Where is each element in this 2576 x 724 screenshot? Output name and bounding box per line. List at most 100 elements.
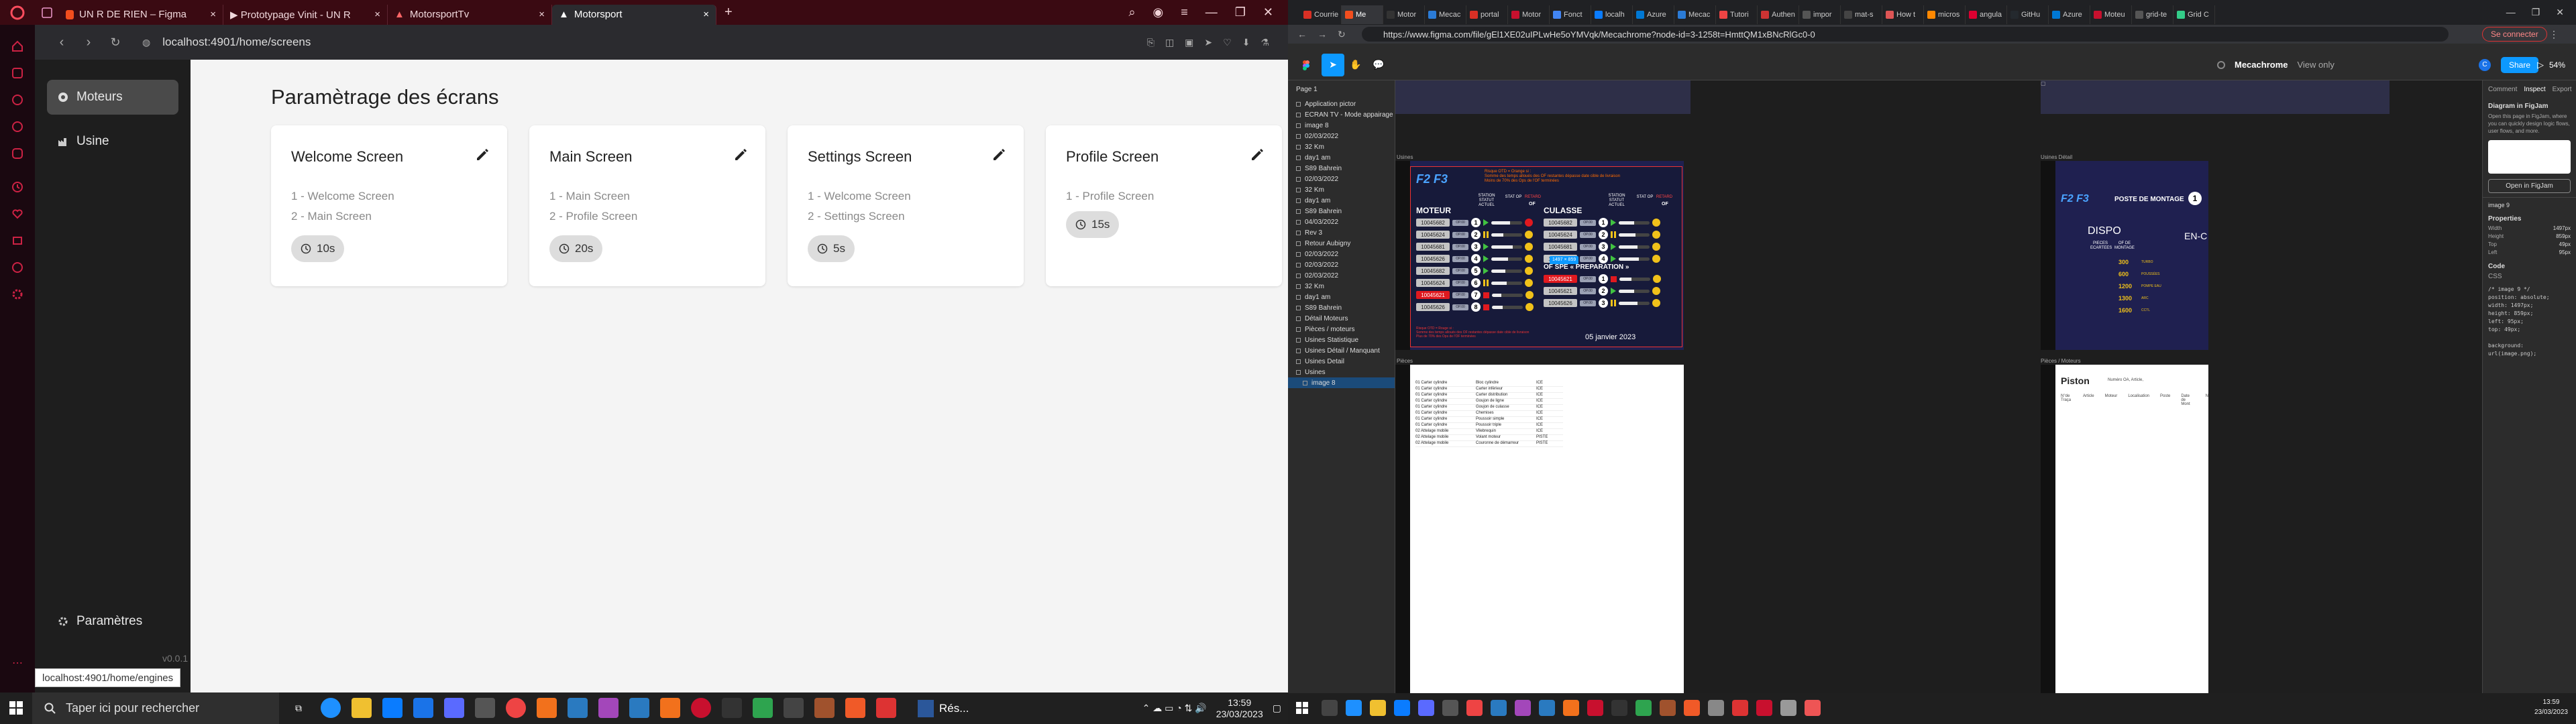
- minimize-icon[interactable]: —: [2506, 7, 2516, 18]
- tab-inspect[interactable]: Inspect: [2524, 86, 2545, 93]
- url-field[interactable]: https://www.figma.com/file/gEl1XE02uIPLw…: [1362, 27, 2449, 42]
- mail-icon[interactable]: [382, 698, 402, 718]
- hand-tool-icon[interactable]: ✋: [1344, 54, 1367, 76]
- layer-item[interactable]: Pièces / moteurs: [1288, 324, 1395, 335]
- chrome-tab[interactable]: Authen: [1758, 5, 1799, 24]
- chrome-tab[interactable]: Me: [1342, 5, 1383, 24]
- chrome-tab[interactable]: Motor: [1383, 5, 1425, 24]
- maximize-icon[interactable]: ❐: [1235, 5, 1246, 19]
- layer-item[interactable]: Usines Détail / Manquant: [1288, 345, 1395, 356]
- edit-pencil-icon[interactable]: [733, 147, 748, 162]
- usines-detail-frame[interactable]: F2 F3 POSTE DE MONTAGE 1 DISPO EN-C PIEC…: [2041, 161, 2208, 350]
- download-icon[interactable]: ⬇: [1242, 37, 1250, 48]
- taskbar-app-icon[interactable]: [1394, 700, 1410, 716]
- task-view-icon[interactable]: ⧉: [288, 698, 309, 718]
- taskbar-app-icon[interactable]: [1756, 700, 1772, 716]
- present-icon[interactable]: ▷: [2537, 60, 2544, 70]
- site-info-icon[interactable]: ◍: [142, 37, 150, 48]
- css-dropdown[interactable]: CSS: [2483, 273, 2576, 280]
- clock[interactable]: 13:59 23/03/2023: [1216, 697, 1263, 720]
- layer-item[interactable]: image 8: [1288, 120, 1395, 131]
- file-explorer-icon[interactable]: [352, 698, 372, 718]
- edit-pencil-icon[interactable]: [475, 147, 490, 162]
- chrome-tab[interactable]: Fonct: [1550, 5, 1591, 24]
- taskbar-app-icon[interactable]: [1322, 700, 1338, 716]
- canvas-frame[interactable]: [1395, 80, 1690, 114]
- tab-export[interactable]: Export: [2553, 86, 2572, 93]
- url-field[interactable]: localhost:4901/home/screens: [162, 36, 311, 49]
- taskbar-app-icon[interactable]: [1708, 700, 1724, 716]
- screen-card[interactable]: Profile Screen 1 - Profile Screen 15s: [1046, 125, 1282, 286]
- extensions-icon[interactable]: ⚗: [1260, 37, 1269, 48]
- layer-item[interactable]: image 8: [1288, 377, 1395, 388]
- taskbar-app-icon[interactable]: [1660, 700, 1676, 716]
- taskbar-app-icon[interactable]: [1539, 700, 1555, 716]
- chrome-tab[interactable]: GitHu: [2007, 5, 2049, 24]
- layer-item[interactable]: Usines Statistique: [1288, 335, 1395, 345]
- snapshot-icon[interactable]: ◉: [1153, 5, 1164, 19]
- chrome-tab[interactable]: Grid C: [2174, 5, 2215, 24]
- close-icon[interactable]: ×: [539, 9, 545, 20]
- layer-item[interactable]: Rev 3: [1288, 227, 1395, 238]
- messenger-icon[interactable]: [9, 92, 25, 108]
- layer-item[interactable]: ECRAN TV - Mode appairage: [1288, 109, 1395, 120]
- chrome-tab[interactable]: portal: [1466, 5, 1508, 24]
- taskbar-app-icon[interactable]: [1466, 700, 1483, 716]
- chrome-tab[interactable]: localh: [1591, 5, 1633, 24]
- layer-item[interactable]: S89 Bahrein: [1288, 206, 1395, 217]
- whatsapp-icon[interactable]: [9, 119, 25, 135]
- chrome-tab[interactable]: Moteu: [2090, 5, 2132, 24]
- app-icon[interactable]: [845, 698, 865, 718]
- move-tool-icon[interactable]: ➤: [1322, 53, 1344, 76]
- reload-icon[interactable]: ↻: [1338, 29, 1346, 40]
- file-name[interactable]: Mecachrome: [2235, 60, 2288, 70]
- clock-icon[interactable]: [9, 259, 25, 276]
- layer-item[interactable]: S89 Bahrein: [1288, 302, 1395, 313]
- share-button[interactable]: Share: [2501, 56, 2539, 73]
- taskbar-app-icon[interactable]: [1805, 700, 1821, 716]
- send-icon[interactable]: ➤: [1204, 37, 1212, 48]
- close-window-icon[interactable]: ✕: [1263, 5, 1273, 19]
- layer-item[interactable]: 32 Km: [1288, 141, 1395, 152]
- zoom-level[interactable]: 54%: [2549, 60, 2565, 70]
- reload-icon[interactable]: ↻: [102, 36, 129, 50]
- pieces-moteurs-frame[interactable]: Piston Numéro OA, Article, N°de Traça Art…: [2041, 365, 2208, 693]
- tab-prototypage[interactable]: ▶ Prototypage Vinit - UN R ×: [223, 4, 388, 25]
- app-icon[interactable]: [814, 698, 835, 718]
- layer-item[interactable]: day1 am: [1288, 152, 1395, 163]
- avatar[interactable]: C: [2479, 58, 2491, 71]
- chrome-tab[interactable]: micros: [1924, 5, 1966, 24]
- taskbar-app-icon[interactable]: [1732, 700, 1748, 716]
- layer-item[interactable]: 02/03/2022: [1288, 259, 1395, 270]
- taskbar-app-icon[interactable]: [1370, 700, 1386, 716]
- chrome-tab[interactable]: angula: [1966, 5, 2007, 24]
- layer-item[interactable]: Usines Detail: [1288, 356, 1395, 367]
- tab-comment[interactable]: Comment: [2488, 86, 2517, 93]
- layer-item[interactable]: Application pictor: [1288, 99, 1395, 109]
- layer-item[interactable]: day1 am: [1288, 292, 1395, 302]
- heart-icon[interactable]: [9, 206, 25, 222]
- postman-icon[interactable]: [660, 698, 680, 718]
- clock[interactable]: 13:59 23/03/2023: [2534, 697, 2568, 717]
- vscode-icon[interactable]: [629, 698, 649, 718]
- close-icon[interactable]: ×: [374, 9, 380, 20]
- chrome-tab[interactable]: How t: [1882, 5, 1924, 24]
- taskbar-app-icon[interactable]: [1587, 700, 1603, 716]
- share-icon[interactable]: ⎘: [1147, 37, 1155, 48]
- layer-item[interactable]: 32 Km: [1288, 281, 1395, 292]
- taskbar-app-icon[interactable]: [1346, 700, 1362, 716]
- sign-in-button[interactable]: Se connecter: [2482, 27, 2547, 42]
- layer-item[interactable]: 02/03/2022: [1288, 131, 1395, 141]
- figma-canvas[interactable]: ▢ Usines F2 F3 Risque OTD = Orange si : …: [1395, 80, 2482, 693]
- taskbar-app-icon[interactable]: [1418, 700, 1434, 716]
- tray-icons[interactable]: ⌃ ☁ ▭ ◔ ⇅ 🔊: [1142, 703, 1207, 714]
- back-icon[interactable]: ‹: [48, 35, 75, 50]
- sidebar-item-parametres[interactable]: Paramètres: [47, 604, 178, 639]
- taskbar-document[interactable]: Rés...: [918, 692, 969, 724]
- more-icon[interactable]: ⋯: [9, 655, 25, 671]
- edit-pencil-icon[interactable]: [1250, 147, 1265, 162]
- pieces-frame[interactable]: 01 Carter cylindre Bloc cylindre ICE 01 Car…: [1395, 365, 1684, 693]
- chrome-tab[interactable]: impor: [1799, 5, 1841, 24]
- open-figjam-button[interactable]: Open in FigJam: [2488, 179, 2571, 193]
- chrome-tab[interactable]: mat-s: [1841, 5, 1882, 24]
